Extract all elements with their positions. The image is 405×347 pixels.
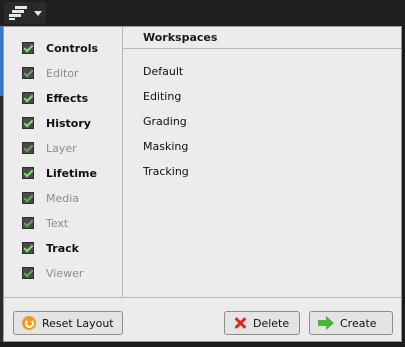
dialog-footer: Reset Layout Delete Create xyxy=(4,297,401,341)
checkbox[interactable] xyxy=(22,42,34,54)
checkbox[interactable] xyxy=(22,67,34,79)
workspace-item-masking[interactable]: Masking xyxy=(143,140,188,153)
reset-layout-button[interactable]: Reset Layout xyxy=(13,311,123,335)
create-button[interactable]: Create xyxy=(309,311,393,335)
panel-item-media[interactable]: Media xyxy=(22,189,79,207)
checkbox[interactable] xyxy=(22,217,34,229)
create-label: Create xyxy=(340,316,377,330)
workspaces-icon xyxy=(9,6,27,20)
panel-item-viewer[interactable]: Viewer xyxy=(22,264,83,282)
workspaces-header-label: Workspaces xyxy=(143,31,218,44)
panel-item-label: Layer xyxy=(46,141,77,155)
create-arrow-icon xyxy=(318,316,334,330)
chevron-down-icon xyxy=(34,11,42,16)
workspace-menu-button[interactable] xyxy=(4,2,46,24)
checkbox[interactable] xyxy=(22,92,34,104)
checkbox[interactable] xyxy=(22,267,34,279)
delete-icon xyxy=(233,316,247,330)
panel-item-label: Controls xyxy=(46,41,99,55)
panel-item-history[interactable]: History xyxy=(22,114,91,132)
delete-label: Delete xyxy=(253,316,290,330)
workspace-item-grading[interactable]: Grading xyxy=(143,115,187,128)
background-edge-bottom xyxy=(0,342,405,347)
panel-item-text[interactable]: Text xyxy=(22,214,68,232)
panel-item-label: Media xyxy=(46,191,80,205)
panel-item-lifetime[interactable]: Lifetime xyxy=(22,164,97,182)
panel-item-label: Viewer xyxy=(46,266,84,280)
reset-icon xyxy=(22,316,36,330)
top-bar xyxy=(0,0,405,26)
workspaces-header: Workspaces xyxy=(123,27,401,49)
panel-item-controls[interactable]: Controls xyxy=(22,39,98,57)
checkbox[interactable] xyxy=(22,142,34,154)
panel-item-label: Editor xyxy=(46,66,79,80)
checkbox[interactable] xyxy=(22,242,34,254)
workspace-dialog: Controls Editor Effects History Layer Li… xyxy=(3,26,402,342)
delete-button[interactable]: Delete xyxy=(224,311,300,335)
panel-item-label: History xyxy=(46,116,91,130)
workspaces-list: Workspaces Default Editing Grading Maski… xyxy=(123,27,401,297)
reset-layout-label: Reset Layout xyxy=(42,316,114,330)
panel-item-editor[interactable]: Editor xyxy=(22,64,79,82)
workspace-item-tracking[interactable]: Tracking xyxy=(143,165,189,178)
workspace-item-default[interactable]: Default xyxy=(143,65,183,78)
checkbox[interactable] xyxy=(22,167,34,179)
panel-item-label: Lifetime xyxy=(46,166,97,180)
workspace-item-editing[interactable]: Editing xyxy=(143,90,181,103)
checkbox[interactable] xyxy=(22,192,34,204)
panel-item-label: Text xyxy=(46,216,69,230)
panel-item-effects[interactable]: Effects xyxy=(22,89,88,107)
panel-item-track[interactable]: Track xyxy=(22,239,79,257)
panel-item-label: Effects xyxy=(46,91,89,105)
panel-list: Controls Editor Effects History Layer Li… xyxy=(4,27,123,297)
panel-item-layer[interactable]: Layer xyxy=(22,139,77,157)
panel-item-label: Track xyxy=(46,241,79,255)
checkbox[interactable] xyxy=(22,117,34,129)
